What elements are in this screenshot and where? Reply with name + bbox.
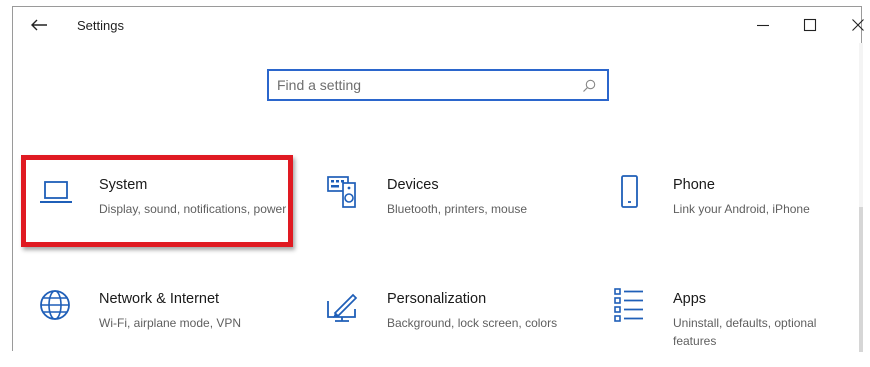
- phone-icon: [621, 175, 638, 208]
- maximize-button[interactable]: [795, 11, 825, 39]
- category-name: Devices: [387, 177, 439, 193]
- settings-window: Settings System: [12, 6, 864, 352]
- search-input[interactable]: [277, 75, 567, 95]
- search-box[interactable]: [267, 69, 609, 101]
- category-description: Uninstall, defaults, optional features: [673, 316, 817, 348]
- category-devices[interactable]: Devices Bluetooth, printers, mouse: [323, 173, 593, 253]
- keyboard-speaker-icon: [327, 176, 356, 208]
- category-network-internet[interactable]: Network & Internet Wi-Fi, airplane mode,…: [35, 287, 305, 367]
- category-description: Bluetooth, printers, mouse: [387, 202, 528, 216]
- maximize-icon: [803, 18, 817, 32]
- category-description: Wi-Fi, airplane mode, VPN: [99, 316, 242, 330]
- search-icon[interactable]: [581, 78, 597, 94]
- category-description: Link your Android, iPhone: [673, 202, 810, 216]
- window-title: Settings: [77, 18, 124, 33]
- minimize-button[interactable]: [748, 11, 778, 39]
- title-bar: Settings: [13, 7, 864, 43]
- category-apps[interactable]: Apps Uninstall, defaults, optional featu…: [609, 287, 870, 367]
- category-personalization[interactable]: Personalization Background, lock screen,…: [323, 287, 593, 367]
- category-phone[interactable]: Phone Link your Android, iPhone: [609, 173, 870, 253]
- close-button[interactable]: [843, 11, 870, 39]
- back-button[interactable]: [27, 13, 51, 37]
- category-name: Network & Internet: [99, 291, 220, 307]
- minimize-icon: [757, 24, 769, 27]
- category-name: Personalization: [387, 291, 487, 307]
- globe-icon: [40, 290, 70, 320]
- back-arrow-icon: [31, 19, 47, 31]
- close-icon: [852, 19, 864, 31]
- category-name: Phone: [673, 177, 715, 193]
- category-name: Apps: [673, 291, 707, 307]
- paintbrush-display-icon: [327, 293, 358, 322]
- highlight-box: [21, 155, 293, 247]
- apps-list-icon: [614, 288, 643, 322]
- category-description: Background, lock screen, colors: [387, 316, 558, 330]
